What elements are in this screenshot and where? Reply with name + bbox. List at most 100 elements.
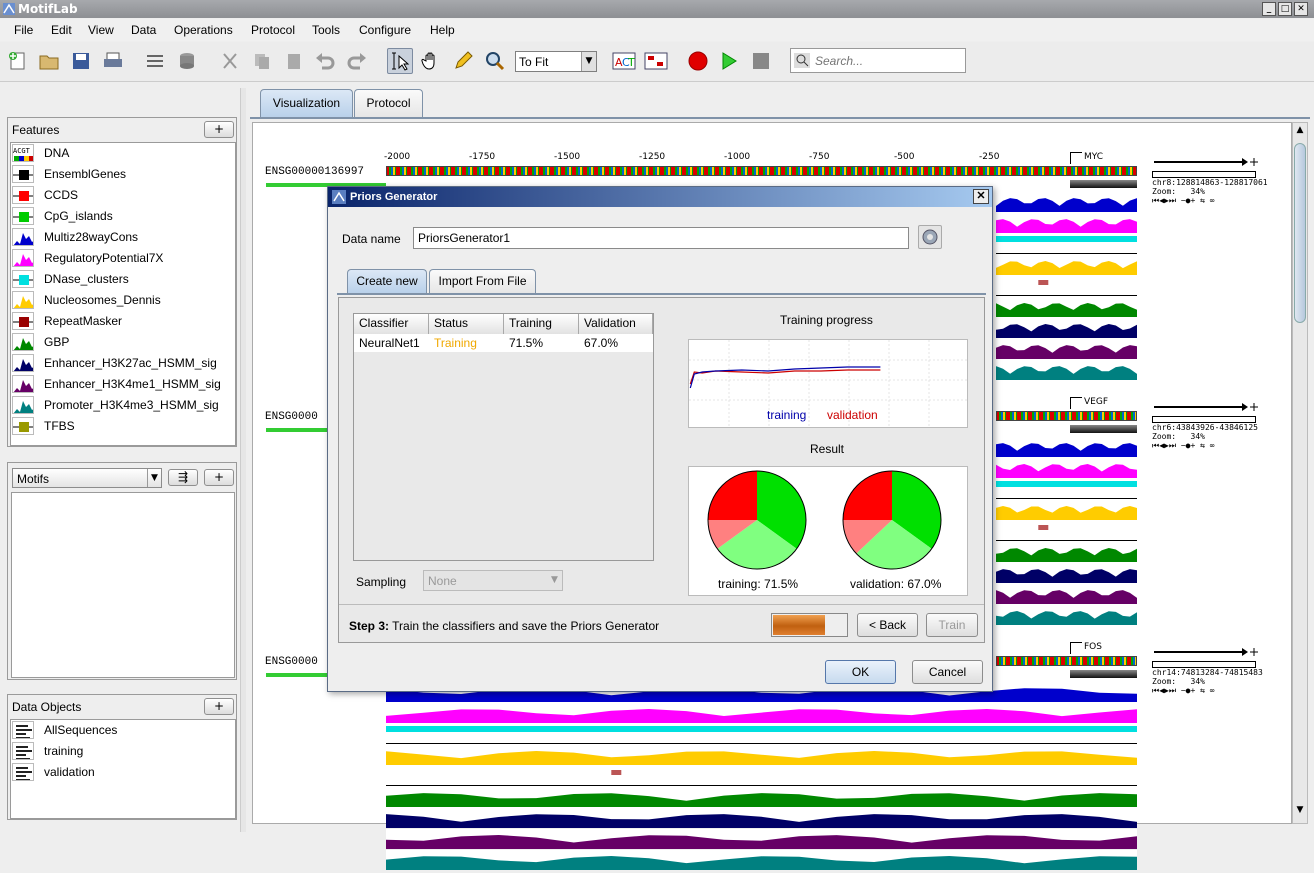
overview-bar[interactable] xyxy=(1152,661,1256,668)
feature-item[interactable]: DNase_clusters xyxy=(12,269,129,289)
menu-edit[interactable]: Edit xyxy=(51,23,72,37)
paste-icon[interactable] xyxy=(281,48,307,74)
scroll-up-icon[interactable]: ▲ xyxy=(1294,125,1306,139)
play-icon[interactable] xyxy=(716,48,742,74)
copy-icon[interactable] xyxy=(249,48,275,74)
record-icon[interactable] xyxy=(685,48,711,74)
menu-view[interactable]: View xyxy=(88,23,114,37)
sampling-label: Sampling xyxy=(356,575,407,589)
navigation-icons[interactable]: ⏮◀▶⏭ −●+ ⇆ ∞ xyxy=(1152,196,1282,206)
vertical-scrollbar[interactable]: ▲ ▼ xyxy=(1292,122,1308,824)
sequence-name[interactable]: ENSG0000 xyxy=(265,411,318,423)
feature-item[interactable]: CCDS xyxy=(12,185,78,205)
select-tool-icon[interactable] xyxy=(387,48,413,74)
tab-create-new[interactable]: Create new xyxy=(347,269,427,293)
overview-bar[interactable] xyxy=(1152,171,1256,178)
feature-track xyxy=(996,437,1137,457)
sequence-logo-icon[interactable]: ACT xyxy=(611,48,637,74)
add-feature-button[interactable]: + xyxy=(204,121,234,138)
chevron-down-icon[interactable]: ▼ xyxy=(581,52,596,71)
feature-item[interactable]: TFBS xyxy=(12,416,75,436)
menu-file[interactable]: File xyxy=(14,23,33,37)
chevron-down-icon[interactable]: ▼ xyxy=(147,469,161,487)
draw-pencil-icon[interactable] xyxy=(450,48,476,74)
feature-item[interactable]: CpG_islands xyxy=(12,206,113,226)
menu-help[interactable]: Help xyxy=(430,23,455,37)
zoom-magnifier-icon[interactable] xyxy=(482,48,508,74)
direction-arrow-icon[interactable] xyxy=(1152,156,1258,168)
save-icon[interactable] xyxy=(68,48,94,74)
add-motif-button[interactable]: + xyxy=(204,469,234,486)
window-titlebar: MotifLab _ □ ✕ xyxy=(0,0,1314,18)
navigation-icons[interactable]: ⏮◀▶⏭ −●+ ⇆ ∞ xyxy=(1152,441,1282,451)
sequence-icon[interactable] xyxy=(142,48,168,74)
app-icon xyxy=(332,190,346,204)
motifs-select[interactable]: Motifs ▼ xyxy=(12,468,162,488)
feature-item-label: TFBS xyxy=(44,419,75,433)
minimize-icon[interactable]: _ xyxy=(1262,2,1276,16)
region-compare-icon[interactable] xyxy=(643,48,669,74)
add-data-object-button[interactable]: + xyxy=(204,698,234,715)
search-input[interactable] xyxy=(815,52,960,69)
split-divider[interactable] xyxy=(240,88,246,832)
data-object-item[interactable]: AllSequences xyxy=(12,720,117,740)
feature-item[interactable]: GBP xyxy=(12,332,69,352)
database-icon[interactable] xyxy=(174,48,200,74)
column-header-training[interactable]: Training xyxy=(504,314,579,334)
overview-bar[interactable] xyxy=(1152,416,1256,423)
tab-visualization[interactable]: Visualization xyxy=(260,89,353,117)
tab-import-from-file[interactable]: Import From File xyxy=(429,269,536,293)
undo-icon[interactable] xyxy=(312,48,338,74)
scroll-down-icon[interactable]: ▼ xyxy=(1294,805,1306,819)
back-button[interactable]: < Back xyxy=(857,613,918,637)
feature-item[interactable]: Promoter_H3K4me3_HSMM_sig xyxy=(12,395,219,415)
feature-item[interactable]: RegulatoryPotential7X xyxy=(12,248,163,268)
menu-tools[interactable]: Tools xyxy=(312,23,340,37)
data-object-item[interactable]: validation xyxy=(12,762,95,782)
menu-configure[interactable]: Configure xyxy=(359,23,411,37)
column-header-status[interactable]: Status xyxy=(429,314,504,334)
feature-item[interactable]: Enhancer_H3K4me1_HSMM_sig xyxy=(12,374,221,394)
search-icon xyxy=(794,53,810,68)
close-icon[interactable]: ✕ xyxy=(973,189,989,204)
redo-icon[interactable] xyxy=(344,48,370,74)
stop-icon[interactable] xyxy=(748,48,774,74)
maximize-icon[interactable]: □ xyxy=(1278,2,1292,16)
feature-item[interactable]: Nucleosomes_Dennis xyxy=(12,290,161,310)
scrollbar-thumb[interactable] xyxy=(1294,143,1306,323)
zoom-select[interactable]: To Fit ▼ xyxy=(515,51,597,72)
feature-track xyxy=(386,829,1137,849)
menu-protocol[interactable]: Protocol xyxy=(251,23,295,37)
data-name-input[interactable] xyxy=(413,227,909,249)
ok-button[interactable]: OK xyxy=(825,660,896,684)
data-object-item[interactable]: training xyxy=(12,741,83,761)
column-header-classifier[interactable]: Classifier xyxy=(354,314,429,334)
feature-item[interactable]: EnsemblGenes xyxy=(12,164,126,184)
new-icon[interactable] xyxy=(5,48,31,74)
sequence-name[interactable]: ENSG0000 xyxy=(265,656,318,668)
search-box[interactable] xyxy=(790,48,966,73)
gear-icon[interactable] xyxy=(918,225,942,249)
motif-tree-button[interactable]: ⇶ xyxy=(168,469,198,486)
menu-operations[interactable]: Operations xyxy=(174,23,233,37)
cut-icon[interactable] xyxy=(217,48,243,74)
train-button[interactable]: Train xyxy=(926,613,978,637)
numeric-track-icon xyxy=(12,375,34,393)
cancel-button[interactable]: Cancel xyxy=(912,660,983,684)
menu-data[interactable]: Data xyxy=(131,23,156,37)
column-header-validation[interactable]: Validation xyxy=(579,314,653,334)
feature-item[interactable]: Enhancer_H3K27ac_HSMM_sig xyxy=(12,353,217,373)
tab-protocol[interactable]: Protocol xyxy=(354,89,423,117)
feature-item[interactable]: ACGT DNA xyxy=(12,143,69,163)
direction-arrow-icon[interactable] xyxy=(1152,646,1258,658)
feature-item[interactable]: RepeatMasker xyxy=(12,311,122,331)
sequence-name[interactable]: ENSG00000136997 xyxy=(265,166,364,178)
print-icon[interactable] xyxy=(100,48,126,74)
direction-arrow-icon[interactable] xyxy=(1152,401,1258,413)
table-row[interactable]: NeuralNet1 Training 71.5% 67.0% xyxy=(354,334,653,352)
navigation-icons[interactable]: ⏮◀▶⏭ −●+ ⇆ ∞ xyxy=(1152,686,1282,696)
feature-item[interactable]: Multiz28wayCons xyxy=(12,227,138,247)
close-icon[interactable]: ✕ xyxy=(1294,2,1308,16)
open-folder-icon[interactable] xyxy=(36,48,62,74)
pan-hand-icon[interactable] xyxy=(418,48,444,74)
